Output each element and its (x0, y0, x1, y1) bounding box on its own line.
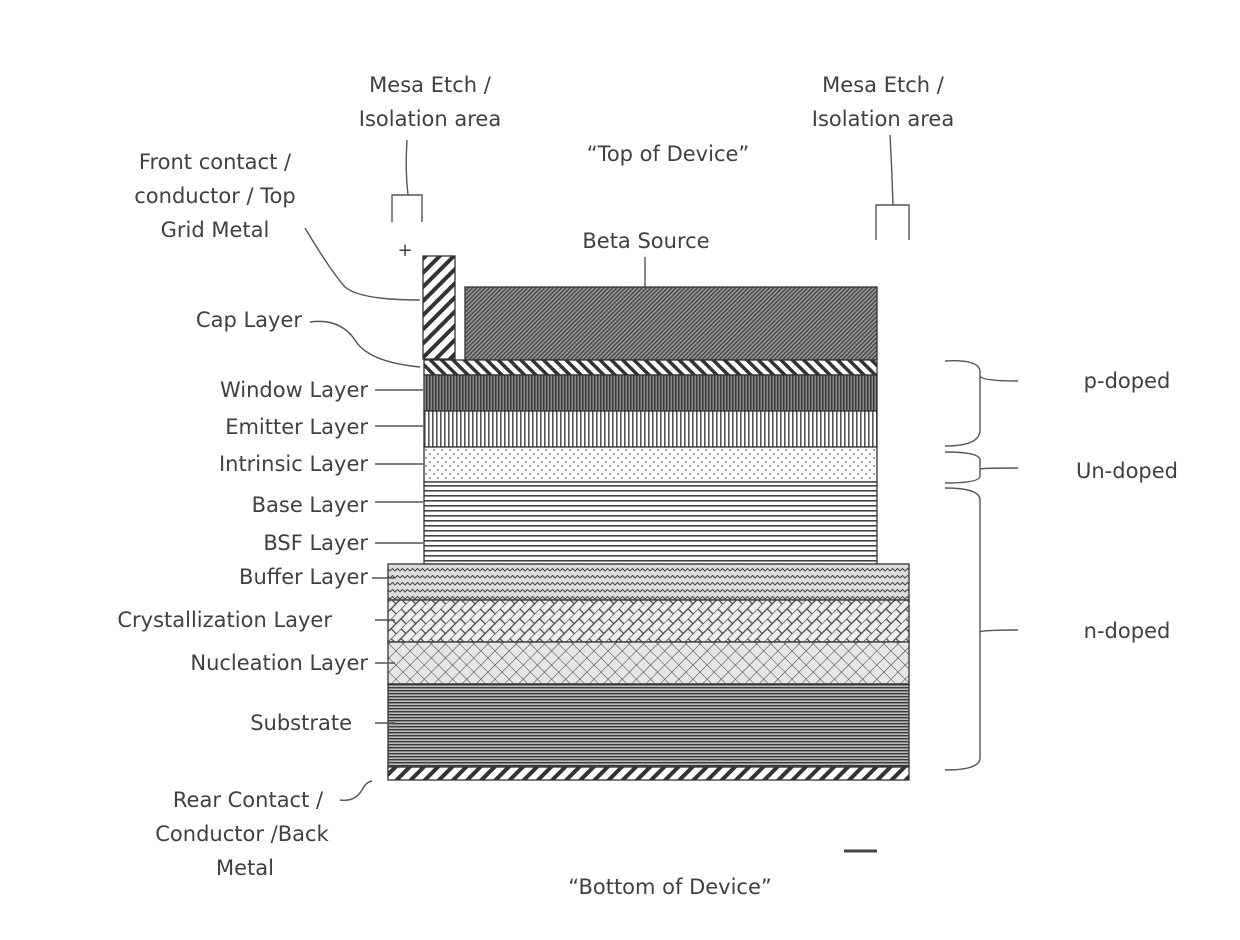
crystallization-layer-label: Crystallization Layer (117, 608, 332, 632)
substrate-label: Substrate (250, 711, 352, 735)
n-doped-label: n-doped (1084, 619, 1171, 643)
mesa-etch-right-line2: Isolation area (812, 107, 954, 131)
front-contact-label-line3: Grid Metal (161, 218, 270, 242)
mesa-etch-left-marker (391, 139, 423, 222)
base-bsf-layer (423, 481, 878, 565)
cap-layer-label: Cap Layer (196, 308, 302, 332)
nucleation-layer (387, 641, 910, 685)
emitter-layer (423, 410, 878, 448)
rear-contact-label-line2: Conductor /Back (155, 822, 329, 846)
rear-contact-leader (339, 780, 373, 801)
bottom-of-device-caption: “Bottom of Device” (568, 875, 772, 899)
beta-source-label: Beta Source (582, 229, 709, 253)
bsf-layer-label: BSF Layer (263, 531, 368, 555)
nucleation-layer-label: Nucleation Layer (190, 651, 368, 675)
mesa-etch-left-line1: Mesa Etch / (369, 73, 492, 97)
rear-contact-label-line1: Rear Contact / (173, 788, 324, 812)
front-contact-metal (422, 255, 456, 360)
cap-layer-leader (309, 320, 421, 368)
mesa-etch-right-line1: Mesa Etch / (822, 73, 945, 97)
front-contact-label-line1: Front contact / (139, 150, 292, 174)
base-layer-label: Base Layer (252, 493, 369, 517)
p-doped-label: p-doped (1084, 369, 1171, 393)
substrate-layer (387, 683, 910, 768)
emitter-layer-label: Emitter Layer (225, 415, 368, 439)
device-cross-section-diagram: Mesa Etch / Isolation area Mesa Etch / I… (117, 73, 1178, 899)
rear-contact-metal (387, 766, 910, 781)
un-doped-brace (944, 451, 1019, 484)
plus-terminal-sign: + (397, 240, 412, 261)
front-contact-label-line2: conductor / Top (134, 184, 295, 208)
mesa-etch-right-marker (875, 134, 910, 240)
beta-source-layer (464, 286, 878, 361)
n-doped-brace (944, 487, 1019, 771)
buffer-layer-label: Buffer Layer (239, 565, 368, 589)
crystallization-layer (387, 599, 910, 643)
cap-layer (423, 359, 878, 376)
front-contact-leader (304, 227, 421, 301)
intrinsic-layer-label: Intrinsic Layer (219, 452, 368, 476)
mesa-etch-left-line2: Isolation area (359, 107, 501, 131)
buffer-layer (387, 563, 910, 601)
un-doped-label: Un-doped (1076, 459, 1178, 483)
intrinsic-layer (423, 446, 878, 483)
top-of-device-caption: “Top of Device” (587, 142, 750, 166)
window-layer-label: Window Layer (220, 378, 368, 402)
rear-contact-label-line3: Metal (216, 856, 274, 880)
window-layer (423, 374, 878, 412)
p-doped-brace (944, 360, 1019, 447)
